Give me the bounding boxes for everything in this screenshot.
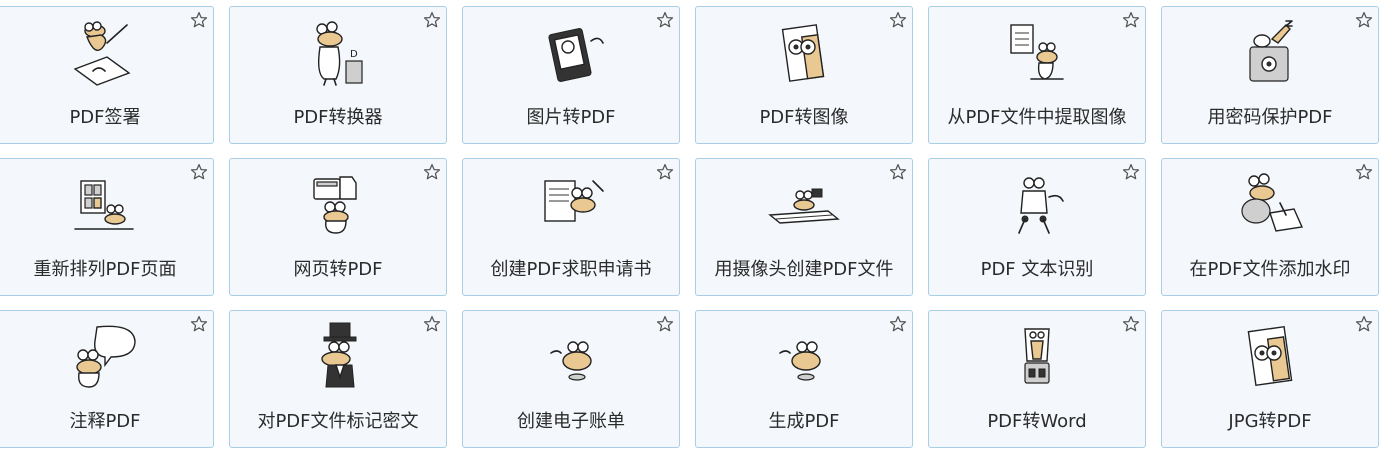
tool-card-pdf-to-word[interactable]: PDF转Word <box>928 310 1146 448</box>
star-outline-icon[interactable] <box>423 315 441 333</box>
star-outline-icon[interactable] <box>889 163 907 181</box>
tool-card-pdf-sign[interactable]: PDF签署 <box>0 6 214 144</box>
annotate-icon <box>76 325 136 388</box>
star-outline-icon[interactable] <box>190 11 208 29</box>
tool-label: PDF签署 <box>69 107 141 128</box>
tool-card-ocr[interactable]: PDF 文本识别 <box>928 158 1146 296</box>
star-outline-icon[interactable] <box>889 11 907 29</box>
tools-grid: PDF签署 D PDF转换器 图片转PDF PDF转图像 从PDF文件中提取图像… <box>0 0 1381 449</box>
tool-card-jpg-to-pdf[interactable]: JPG转PDF <box>1161 310 1379 448</box>
tool-card-generate-pdf[interactable]: 生成PDF <box>695 310 913 448</box>
star-outline-icon[interactable] <box>423 163 441 181</box>
extract-images-icon <box>1010 24 1064 80</box>
tool-label: 生成PDF <box>768 411 840 432</box>
tool-label: 对PDF文件标记密文 <box>257 411 419 432</box>
create-invoice-icon <box>550 341 592 381</box>
tool-label: JPG转PDF <box>1228 411 1312 432</box>
pdf-to-image-icon <box>781 24 825 82</box>
pdf-to-word-icon <box>1024 328 1050 384</box>
tool-card-watermark[interactable]: 在PDF文件添加水印 <box>1161 158 1379 296</box>
tool-card-redact[interactable]: 对PDF文件标记密文 <box>229 310 447 448</box>
watermark-icon <box>1241 173 1304 232</box>
webcam-pdf-icon <box>768 188 840 224</box>
tool-label: 创建PDF求职申请书 <box>490 259 652 280</box>
pdf-sign-icon <box>73 21 131 86</box>
tool-label: 网页转PDF <box>293 259 383 280</box>
tool-card-annotate[interactable]: 注释PDF <box>0 310 214 448</box>
star-outline-icon[interactable] <box>190 163 208 181</box>
generate-pdf-icon <box>779 341 821 381</box>
image-to-pdf-icon <box>548 28 604 82</box>
tool-label: PDF转图像 <box>759 107 849 128</box>
tool-label: 图片转PDF <box>526 107 616 128</box>
tool-card-webcam-pdf[interactable]: 用摄像头创建PDF文件 <box>695 158 913 296</box>
star-outline-icon[interactable] <box>1355 11 1373 29</box>
tool-card-rearrange-pages[interactable]: 重新排列PDF页面 <box>0 158 214 296</box>
redact-icon <box>321 322 357 388</box>
star-outline-icon[interactable] <box>1355 163 1373 181</box>
webpage-to-pdf-icon <box>313 176 357 234</box>
tool-card-webpage-to-pdf[interactable]: 网页转PDF <box>229 158 447 296</box>
tool-card-image-to-pdf[interactable]: 图片转PDF <box>462 6 680 144</box>
tool-card-pdf-to-image[interactable]: PDF转图像 <box>695 6 913 144</box>
tool-label: 创建电子账单 <box>517 411 625 432</box>
tool-label: 在PDF文件添加水印 <box>1189 259 1351 280</box>
star-outline-icon[interactable] <box>656 11 674 29</box>
tool-label: 从PDF文件中提取图像 <box>947 107 1127 128</box>
tool-card-pdf-converter[interactable]: D PDF转换器 <box>229 6 447 144</box>
svg-text:D: D <box>350 49 358 60</box>
password-protect-icon <box>1249 20 1293 82</box>
star-outline-icon[interactable] <box>656 315 674 333</box>
star-outline-icon[interactable] <box>1355 315 1373 333</box>
pdf-converter-icon: D <box>316 21 363 86</box>
ocr-icon <box>1018 177 1064 234</box>
tool-label: 用摄像头创建PDF文件 <box>714 259 894 280</box>
tool-label: PDF转Word <box>987 411 1087 432</box>
rearrange-pages-icon <box>74 180 134 230</box>
tool-label: PDF 文本识别 <box>980 259 1094 280</box>
tool-card-create-invoice[interactable]: 创建电子账单 <box>462 310 680 448</box>
star-outline-icon[interactable] <box>1122 163 1140 181</box>
star-outline-icon[interactable] <box>656 163 674 181</box>
tool-card-extract-images[interactable]: 从PDF文件中提取图像 <box>928 6 1146 144</box>
jpg-to-pdf-icon <box>1247 325 1293 387</box>
job-application-icon <box>544 180 604 222</box>
tool-card-job-application[interactable]: 创建PDF求职申请书 <box>462 158 680 296</box>
star-outline-icon[interactable] <box>1122 11 1140 29</box>
tool-label: PDF转换器 <box>293 107 383 128</box>
star-outline-icon[interactable] <box>423 11 441 29</box>
tool-label: 注释PDF <box>69 411 141 432</box>
tool-label: 重新排列PDF页面 <box>33 259 177 280</box>
star-outline-icon[interactable] <box>190 315 208 333</box>
star-outline-icon[interactable] <box>889 315 907 333</box>
tool-card-password-protect[interactable]: 用密码保护PDF <box>1161 6 1379 144</box>
star-outline-icon[interactable] <box>1122 315 1140 333</box>
tool-label: 用密码保护PDF <box>1207 107 1333 128</box>
